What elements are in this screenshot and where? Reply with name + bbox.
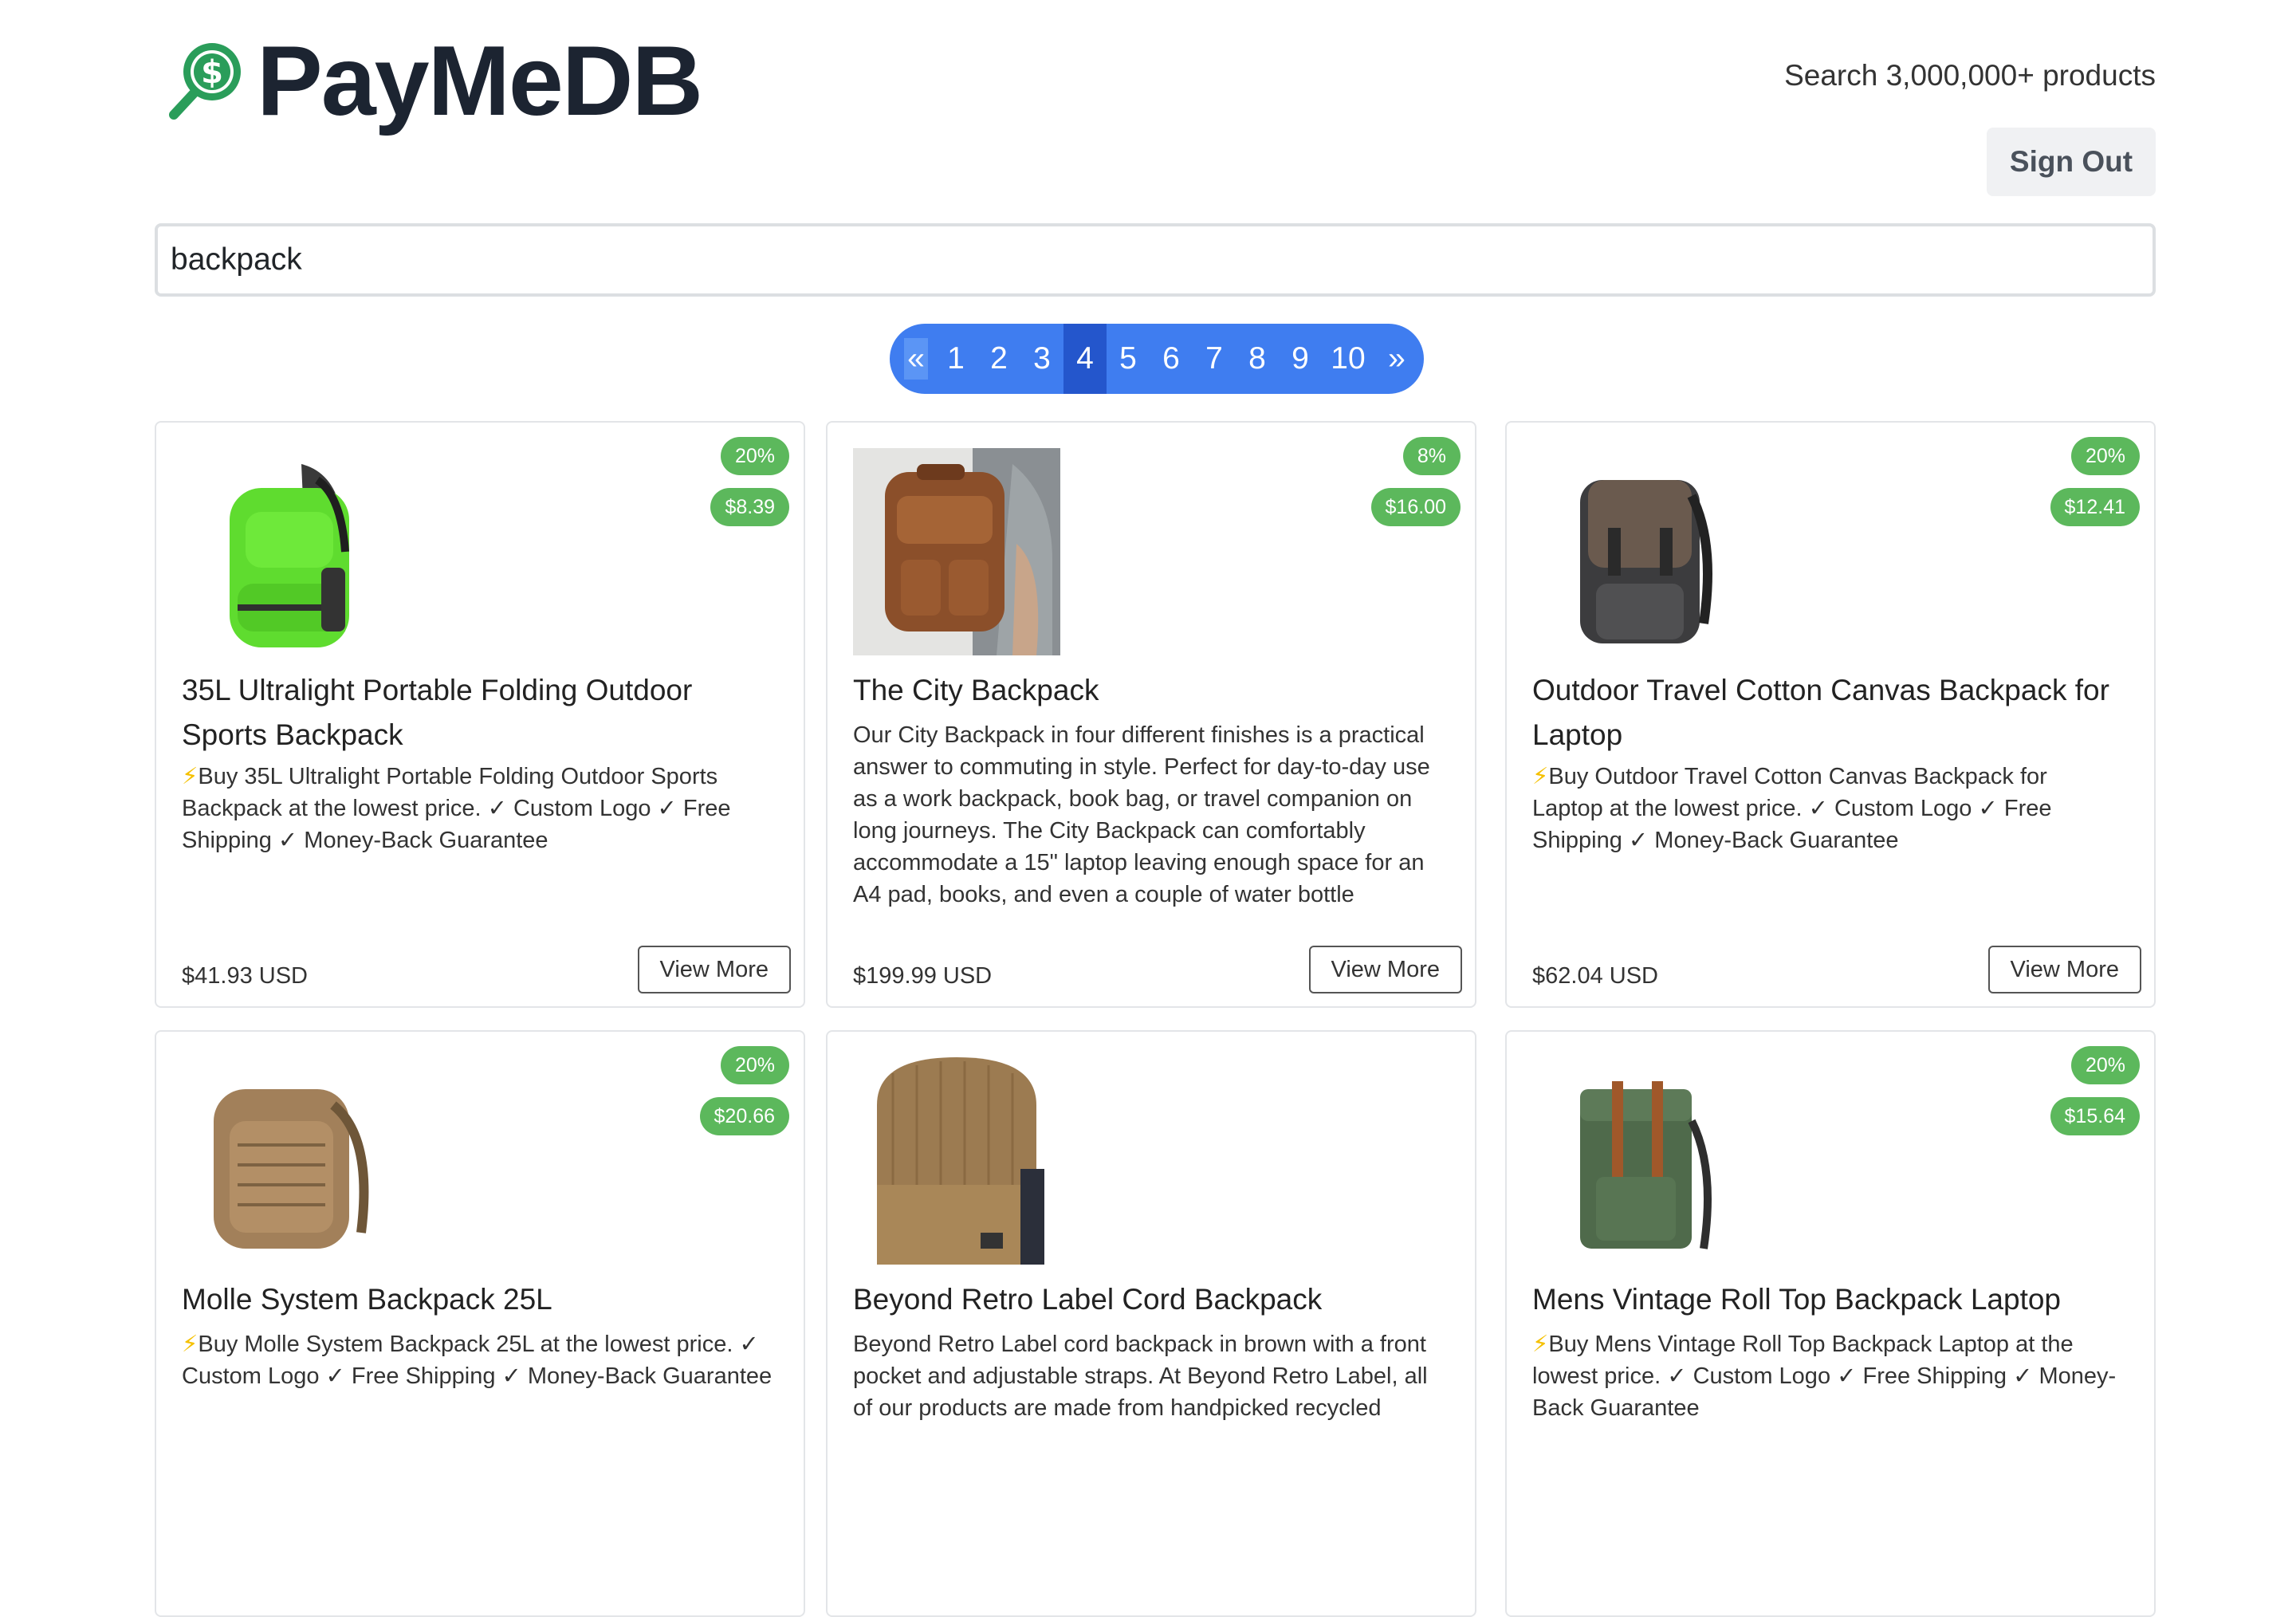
desc-line: ⚡Buy Outdoor Travel Cotton Canvas Backpa… xyxy=(1532,761,2125,793)
savings-badge: $8.39 xyxy=(710,488,789,526)
product-price: $62.04 USD xyxy=(1532,963,1658,989)
savings-badge: $15.64 xyxy=(2050,1097,2140,1135)
desc-line: Shipping ✓ Money-Back Guarantee xyxy=(1532,828,1899,853)
page-container: $ PayMeDB Search 3,000,000+ products Sig… xyxy=(155,0,2156,1617)
page-5[interactable]: 5 xyxy=(1107,324,1150,394)
page-10[interactable]: 10 xyxy=(1322,324,1374,394)
product-description: Beyond Retro Label cord backpack in brow… xyxy=(853,1328,1446,1424)
page-4-active[interactable]: 4 xyxy=(1063,324,1107,394)
page-8[interactable]: 8 xyxy=(1236,324,1279,394)
pagination: « 1 2 3 4 5 6 7 8 9 10 » xyxy=(890,324,1424,394)
desc-line: long journeys. The City Backpack can com… xyxy=(853,818,1366,844)
brand-name: PayMeDB xyxy=(257,26,703,136)
page-1[interactable]: 1 xyxy=(934,324,977,394)
view-more-button[interactable]: View More xyxy=(1987,946,2141,993)
product-title[interactable]: Beyond Retro Label Cord Backpack xyxy=(853,1277,1443,1322)
discount-badge: 20% xyxy=(2070,1046,2140,1084)
lightning-icon: ⚡ xyxy=(182,764,199,789)
desc-line: Beyond Retro Label cord backpack in brow… xyxy=(853,1332,1426,1357)
desc-line: Backpack at the lowest price. ✓ Custom L… xyxy=(182,796,731,821)
savings-badge: $20.66 xyxy=(699,1097,789,1135)
discount-badge: 20% xyxy=(720,437,789,475)
page-7[interactable]: 7 xyxy=(1193,324,1236,394)
prev-page-button[interactable]: « xyxy=(904,338,928,380)
search-input[interactable] xyxy=(155,223,2156,297)
product-card: 20% $15.64 Mens Vintage Roll Top Backpac… xyxy=(1505,1030,2156,1617)
view-more-button[interactable]: View More xyxy=(637,946,791,993)
title-line: Sports Backpack xyxy=(182,718,403,751)
desc-line: Laptop at the lowest price. ✓ Custom Log… xyxy=(1532,796,2052,821)
page-6[interactable]: 6 xyxy=(1150,324,1193,394)
desc-line: of our products are made from handpicked… xyxy=(853,1395,1382,1421)
header: $ PayMeDB Search 3,000,000+ products Sig… xyxy=(155,0,2156,215)
page-2[interactable]: 2 xyxy=(977,324,1020,394)
desc-text: Buy Mens Vintage Roll Top Backpack Lapto… xyxy=(1548,1332,2074,1357)
lightning-icon: ⚡ xyxy=(182,1332,199,1357)
product-image-cord-backpack[interactable] xyxy=(853,1057,1060,1265)
desc-line: Our City Backpack in four different fini… xyxy=(853,722,1425,748)
product-title[interactable]: The City Backpack xyxy=(853,668,1443,713)
desc-line: pocket and adjustable straps. At Beyond … xyxy=(853,1363,1428,1389)
product-price: $199.99 USD xyxy=(853,963,993,989)
lightning-icon: ⚡ xyxy=(1532,1332,1549,1357)
tagline: Search 3,000,000+ products xyxy=(1784,59,2156,92)
logo[interactable]: $ PayMeDB xyxy=(163,26,703,136)
desc-text: Buy Outdoor Travel Cotton Canvas Backpac… xyxy=(1548,764,2047,789)
savings-badge: $12.41 xyxy=(2050,488,2140,526)
desc-line: lowest price. ✓ Custom Logo ✓ Free Shipp… xyxy=(1532,1363,2117,1389)
desc-line: ⚡Buy Mens Vintage Roll Top Backpack Lapt… xyxy=(1532,1328,2125,1360)
product-image-tactical-backpack[interactable] xyxy=(182,1057,389,1265)
discount-badge: 8% xyxy=(1402,437,1461,475)
product-title[interactable]: 35L Ultralight Portable Folding Outdoor … xyxy=(182,668,772,757)
product-card: 20% $8.39 35L Ultralight Portable Foldin… xyxy=(155,421,805,1008)
product-title[interactable]: Outdoor Travel Cotton Canvas Backpack fo… xyxy=(1532,668,2122,757)
lightning-icon: ⚡ xyxy=(1532,764,1549,789)
desc-line: answer to commuting in style. Perfect fo… xyxy=(853,754,1430,780)
discount-badge: 20% xyxy=(720,1046,789,1084)
page-9[interactable]: 9 xyxy=(1279,324,1322,394)
product-description: ⚡Buy Outdoor Travel Cotton Canvas Backpa… xyxy=(1532,761,2125,856)
sign-out-button[interactable]: Sign Out xyxy=(1987,128,2156,196)
product-image-rolltop-backpack[interactable] xyxy=(1532,1057,1740,1265)
desc-line: Back Guarantee xyxy=(1532,1395,1700,1421)
product-card: 8% $16.00 The City Backpack Our City Bac… xyxy=(826,421,1476,1008)
title-line: Laptop xyxy=(1532,718,1623,751)
desc-line: as a work backpack, book bag, or travel … xyxy=(853,786,1413,812)
desc-line: Shipping ✓ Money-Back Guarantee xyxy=(182,828,548,853)
product-description: ⚡Buy Molle System Backpack 25L at the lo… xyxy=(182,1328,775,1392)
search-dollar-icon: $ xyxy=(169,43,241,120)
desc-line: Custom Logo ✓ Free Shipping ✓ Money-Back… xyxy=(182,1363,773,1389)
product-image-green-backpack[interactable] xyxy=(182,448,389,655)
desc-text: Buy Molle System Backpack 25L at the low… xyxy=(198,1332,759,1357)
product-image-canvas-backpack[interactable] xyxy=(1532,448,1740,655)
desc-line: A4 pad, books, and even a couple of wate… xyxy=(853,882,1354,907)
product-card: 20% $12.41 Outdoor Travel Cotton Canvas … xyxy=(1505,421,2156,1008)
product-card: 20% $20.66 Molle System Backpack 25L ⚡Bu… xyxy=(155,1030,805,1617)
product-price: $41.93 USD xyxy=(182,963,308,989)
savings-badge: $16.00 xyxy=(1370,488,1461,526)
desc-text: Buy 35L Ultralight Portable Folding Outd… xyxy=(198,764,718,789)
product-title[interactable]: Mens Vintage Roll Top Backpack Laptop xyxy=(1532,1277,2122,1322)
discount-badge: 20% xyxy=(2070,437,2140,475)
desc-line: ⚡Buy 35L Ultralight Portable Folding Out… xyxy=(182,761,775,793)
view-more-button[interactable]: View More xyxy=(1308,946,1462,993)
product-card: Beyond Retro Label Cord Backpack Beyond … xyxy=(826,1030,1476,1617)
svg-text:$: $ xyxy=(201,54,223,91)
desc-line: accommodate a 15" laptop leaving enough … xyxy=(853,850,1425,875)
title-line: Outdoor Travel Cotton Canvas Backpack fo… xyxy=(1532,674,2109,706)
desc-line: ⚡Buy Molle System Backpack 25L at the lo… xyxy=(182,1328,775,1360)
title-line: 35L Ultralight Portable Folding Outdoor xyxy=(182,674,693,706)
product-description: ⚡Buy 35L Ultralight Portable Folding Out… xyxy=(182,761,775,856)
product-image-leather-backpack[interactable] xyxy=(853,448,1060,655)
product-description: ⚡Buy Mens Vintage Roll Top Backpack Lapt… xyxy=(1532,1328,2125,1424)
next-page-button[interactable]: » xyxy=(1374,324,1419,394)
page-3[interactable]: 3 xyxy=(1020,324,1063,394)
product-title[interactable]: Molle System Backpack 25L xyxy=(182,1277,772,1322)
product-description: Our City Backpack in four different fini… xyxy=(853,719,1446,911)
